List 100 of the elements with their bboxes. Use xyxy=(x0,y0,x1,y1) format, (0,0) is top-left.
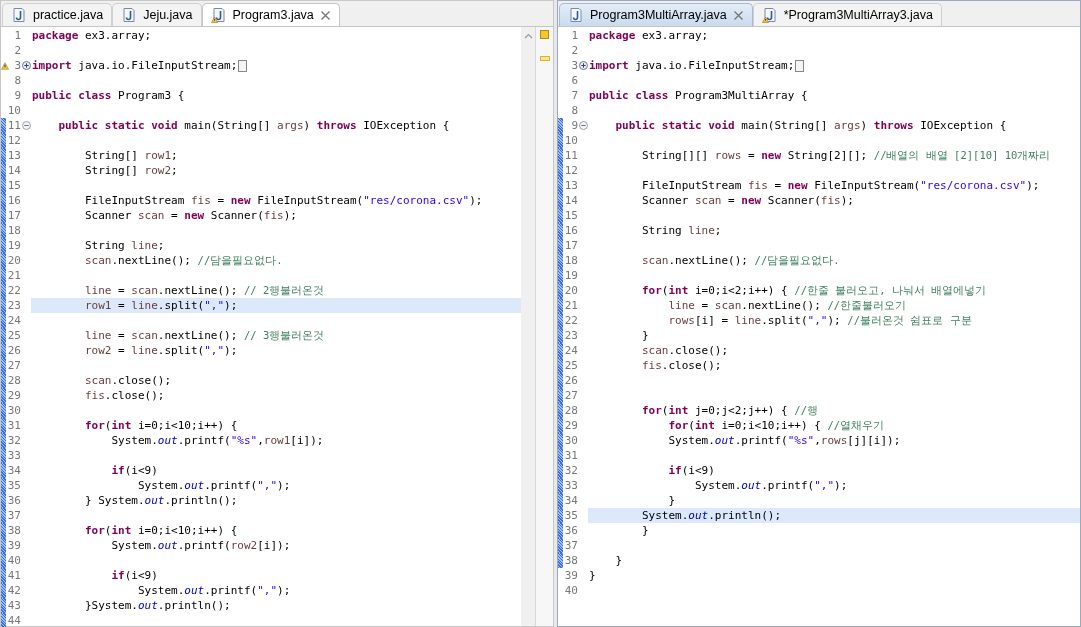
line-number: 14 xyxy=(564,193,578,208)
code-line: } xyxy=(667,493,676,508)
code-line: public class Program3 { xyxy=(32,88,185,103)
code-line: } xyxy=(640,523,649,538)
collapse-icon[interactable] xyxy=(21,121,31,130)
line-number: 29 xyxy=(564,418,578,433)
editor-tab[interactable]: Program3.java xyxy=(201,3,340,26)
code-line: row2 = line.split(","); xyxy=(83,343,238,358)
code-line: } xyxy=(614,553,623,568)
line-number: 34 xyxy=(7,463,21,478)
code-line: FileInputStream fis = new FileInputStream("res/corona.csv"); xyxy=(83,193,483,208)
line-number: 20 xyxy=(564,283,578,298)
line-number: 1 xyxy=(14,28,21,43)
line-number: 18 xyxy=(7,223,21,238)
line-number: 17 xyxy=(564,238,578,253)
code-line: System.out.printf("%s",row1[i]); xyxy=(110,433,324,448)
line-number: 21 xyxy=(564,298,578,313)
code-line: public static void main(String[] args) throws IOException { xyxy=(57,118,450,133)
editor-tab[interactable]: practice.java xyxy=(2,3,113,26)
code-line: if(i<9) xyxy=(110,568,158,583)
code-line: for(int i=0;i<10;i++) { xyxy=(83,418,238,433)
collapse-icon[interactable] xyxy=(578,121,588,130)
code-line: package ex3.array; xyxy=(32,28,152,43)
line-number: 39 xyxy=(7,538,21,553)
code-line: if(i<9) xyxy=(667,463,715,478)
line-number: 33 xyxy=(7,448,21,463)
line-number: 40 xyxy=(7,553,21,568)
line-number: 28 xyxy=(564,403,578,418)
line-number: 36 xyxy=(7,493,21,508)
line-number: 38 xyxy=(564,553,578,568)
code-line: scan.close(); xyxy=(83,373,172,388)
editor-tab[interactable]: *Program3MultiArray3.java xyxy=(752,3,942,26)
line-number: 17 xyxy=(7,208,21,223)
line-number: 10 xyxy=(7,103,21,118)
code-line: fis.close(); xyxy=(83,388,165,403)
code-line: for(int i=0;i<10;i++) { xyxy=(83,523,238,538)
line-number: 34 xyxy=(564,493,578,508)
folded-code-marker[interactable] xyxy=(795,59,805,72)
code-line: line = scan.nextLine(); //한줄불러오기 xyxy=(667,298,907,313)
caret-up-icon[interactable] xyxy=(523,33,533,39)
code-line: } xyxy=(640,328,649,343)
line-number: 21 xyxy=(7,268,21,283)
line-number: 10 xyxy=(564,133,578,148)
java-file-icon xyxy=(121,7,138,23)
line-number: 43 xyxy=(7,598,21,613)
line-number: 2 xyxy=(14,43,21,58)
line-number: 32 xyxy=(564,463,578,478)
expand-icon[interactable] xyxy=(21,61,31,70)
code-line: package ex3.array; xyxy=(589,28,709,43)
line-number: 13 xyxy=(564,178,578,193)
line-number: 28 xyxy=(7,373,21,388)
line-number: 1 xyxy=(571,28,578,43)
java-file-icon xyxy=(568,7,584,23)
line-number: 30 xyxy=(564,433,578,448)
line-number: 35 xyxy=(564,508,578,523)
code-line: System.out.printf(","); xyxy=(693,478,848,493)
close-icon[interactable] xyxy=(319,9,331,21)
code-line: }System.out.println(); xyxy=(83,598,231,613)
code-line: if(i<9) xyxy=(110,463,158,478)
code-line: } xyxy=(589,568,596,583)
code-line: for(int i=0;i<2;i++) { //한줄 불러오고, 나눠서 배열에넣기 xyxy=(640,283,987,298)
editor-tab[interactable]: Jeju.java xyxy=(112,3,202,26)
line-number: 42 xyxy=(7,583,21,598)
code-line: System.out.printf("%s",rows[j][i]); xyxy=(667,433,901,448)
line-number: 15 xyxy=(564,208,578,223)
line-number: 15 xyxy=(7,178,21,193)
folded-code-marker[interactable] xyxy=(238,59,248,72)
line-number: 22 xyxy=(564,313,578,328)
code-line: String[][] rows = new String[2][]; //배열의 배열 [2][10] 10개짜리 xyxy=(640,148,1051,163)
line-number: 38 xyxy=(7,523,21,538)
expand-icon[interactable] xyxy=(578,61,588,70)
editor-tab[interactable]: Program3MultiArray.java xyxy=(559,3,753,26)
line-number: 12 xyxy=(564,163,578,178)
code-line: System.out.printf(","); xyxy=(136,478,291,493)
code-line: public class Program3MultiArray { xyxy=(589,88,808,103)
code-line: public static void main(String[] args) throws IOException { xyxy=(614,118,1007,133)
line-number: 36 xyxy=(564,523,578,538)
code-line: import java.io.FileInputStream; xyxy=(32,58,238,73)
code-line: line = scan.nextLine(); // 3행불러온것 xyxy=(83,328,325,343)
code-line: Scanner scan = new Scanner(fis); xyxy=(640,193,854,208)
close-icon[interactable] xyxy=(732,9,744,21)
code-line: System.out.println(); xyxy=(640,508,782,523)
line-number: 41 xyxy=(7,568,21,583)
line-number: 32 xyxy=(7,433,21,448)
java-file-warning-icon xyxy=(761,7,778,23)
code-line: String line; xyxy=(83,238,165,253)
warning-summary-marker[interactable] xyxy=(540,30,549,39)
warning-marker[interactable] xyxy=(539,56,550,61)
code-line: import java.io.FileInputStream; xyxy=(589,58,795,73)
line-number: 8 xyxy=(571,103,578,118)
line-number: 24 xyxy=(564,343,578,358)
line-number: 26 xyxy=(7,343,21,358)
line-number: 37 xyxy=(564,538,578,553)
code-line: FileInputStream fis = new FileInputStream("res/corona.csv"); xyxy=(640,178,1040,193)
java-file-warning-icon xyxy=(210,7,227,23)
code-line: scan.close(); xyxy=(640,343,729,358)
line-number: 3 xyxy=(571,58,578,73)
line-number: 25 xyxy=(7,328,21,343)
line-number: 44 xyxy=(7,613,21,627)
line-number: 24 xyxy=(7,313,21,328)
